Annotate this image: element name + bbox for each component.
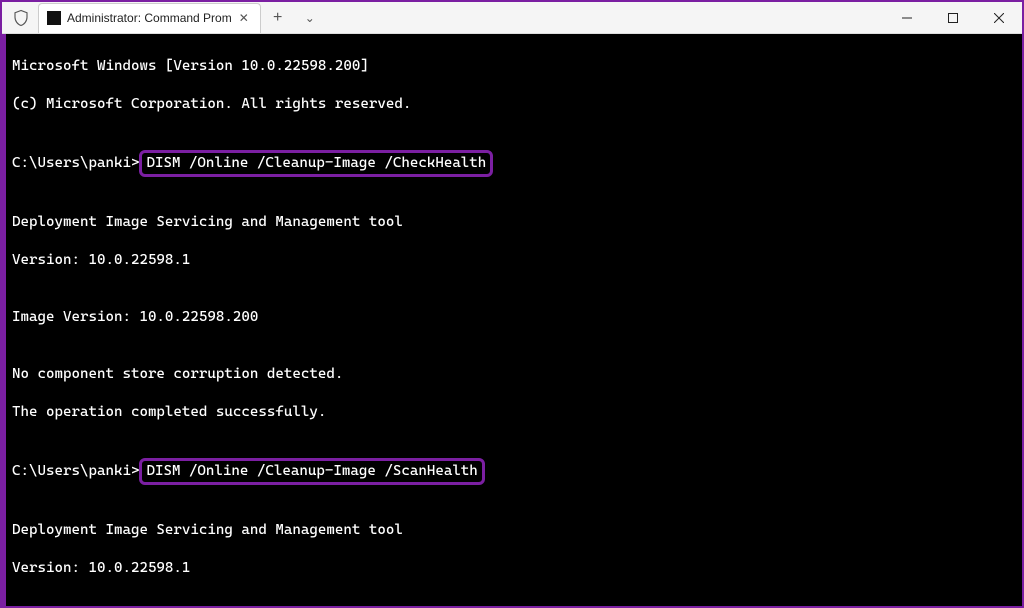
tab-command-prompt[interactable]: Administrator: Command Prom ✕ bbox=[38, 3, 261, 33]
prompt-line: C:\Users\panki>DISM /Online /Cleanup-Ima… bbox=[12, 152, 1016, 175]
output-line: Microsoft Windows [Version 10.0.22598.20… bbox=[12, 57, 1016, 76]
output-line: Image Version: 10.0.22598.200 bbox=[12, 308, 1016, 327]
output-line: (c) Microsoft Corporation. All rights re… bbox=[12, 95, 1016, 114]
output-line: The operation completed successfully. bbox=[12, 403, 1016, 422]
output-line: No component store corruption detected. bbox=[12, 365, 1016, 384]
minimize-button[interactable] bbox=[884, 2, 930, 34]
window-controls bbox=[884, 2, 1022, 34]
close-button[interactable] bbox=[976, 2, 1022, 34]
new-tab-button[interactable]: + bbox=[263, 3, 293, 33]
output-line: Version: 10.0.22598.1 bbox=[12, 251, 1016, 270]
prompt: C:\Users\panki> bbox=[12, 155, 139, 171]
tab-title: Administrator: Command Prom bbox=[67, 11, 232, 25]
cmd-icon bbox=[47, 11, 61, 25]
output-line: Deployment Image Servicing and Managemen… bbox=[12, 521, 1016, 540]
tab-dropdown-button[interactable]: ⌄ bbox=[295, 3, 325, 33]
prompt: C:\Users\panki> bbox=[12, 463, 139, 479]
prompt-line: C:\Users\panki>DISM /Online /Cleanup-Ima… bbox=[12, 460, 1016, 483]
maximize-button[interactable] bbox=[930, 2, 976, 34]
tab-close-button[interactable]: ✕ bbox=[236, 10, 252, 26]
output-line: Deployment Image Servicing and Managemen… bbox=[12, 213, 1016, 232]
shield-icon bbox=[12, 9, 30, 27]
output-line: Version: 10.0.22598.1 bbox=[12, 559, 1016, 578]
highlighted-command: DISM /Online /Cleanup-Image /ScanHealth bbox=[139, 458, 484, 485]
terminal-output[interactable]: Microsoft Windows [Version 10.0.22598.20… bbox=[2, 34, 1022, 606]
titlebar[interactable]: Administrator: Command Prom ✕ + ⌄ bbox=[2, 2, 1022, 34]
highlighted-command: DISM /Online /Cleanup-Image /CheckHealth bbox=[139, 150, 493, 177]
terminal-window: Administrator: Command Prom ✕ + ⌄ Micros… bbox=[2, 2, 1022, 606]
